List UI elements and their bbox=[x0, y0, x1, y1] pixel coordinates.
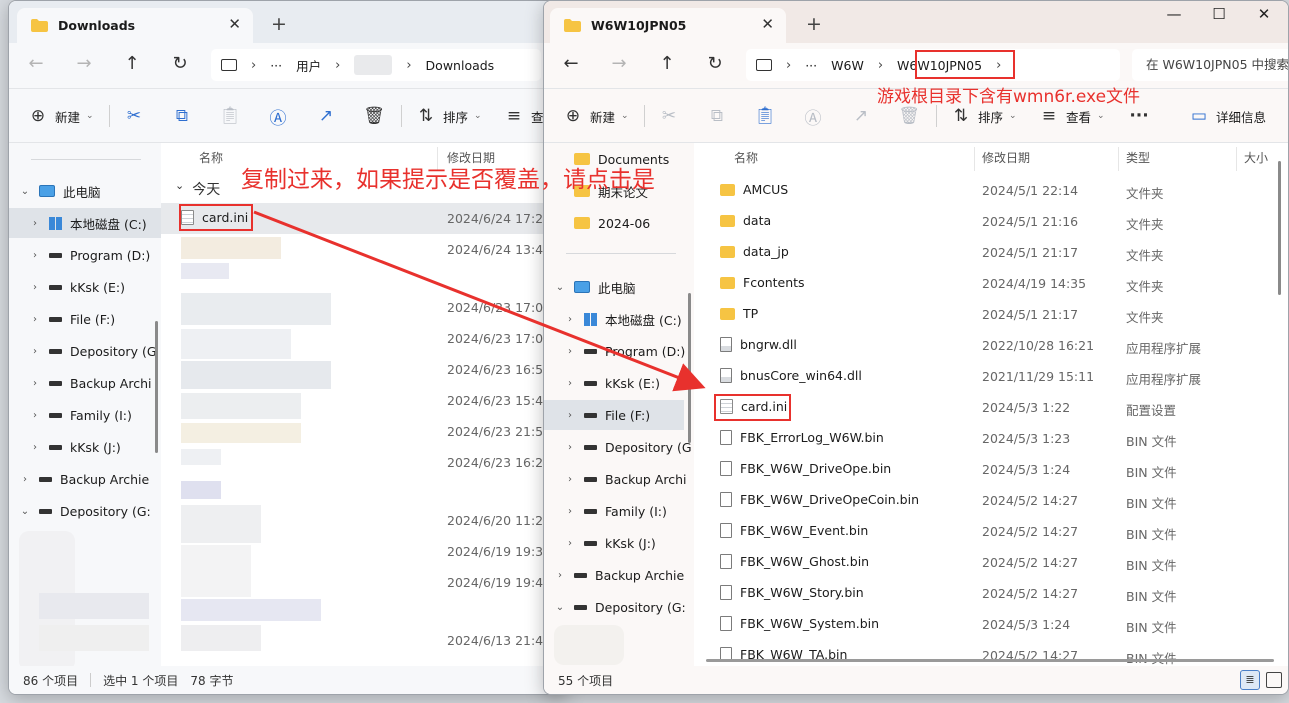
arrow-line bbox=[253, 210, 706, 392]
annotation-arrow bbox=[253, 210, 706, 392]
